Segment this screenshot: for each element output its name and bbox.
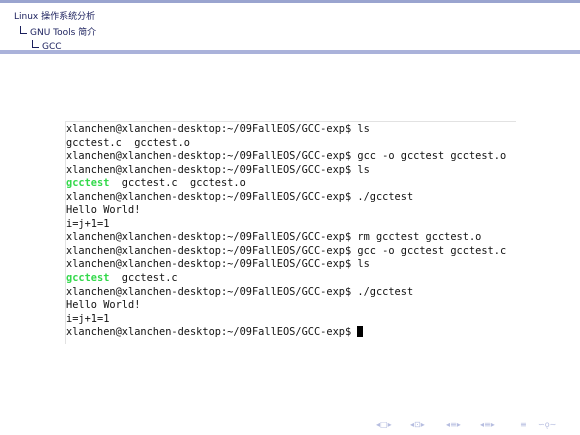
terminal-line: xlanchen@xlanchen-desktop:~/09FallEOS/GC… xyxy=(66,164,506,178)
terminal-line-text: i=j+1=1 xyxy=(66,312,110,325)
terminal-line-text: xlanchen@xlanchen-desktop:~/09FallEOS/GC… xyxy=(66,163,370,176)
executable-filename: gcctest xyxy=(66,177,110,190)
next-subsection-icon[interactable]: ◂≡▸ xyxy=(480,420,495,430)
terminal-line-text: gcctest.c gcctest.o xyxy=(66,136,190,149)
terminal-line: xlanchen@xlanchen-desktop:~/09FallEOS/GC… xyxy=(66,123,506,137)
executable-filename: gcctest xyxy=(66,272,110,285)
breadcrumb-subsection[interactable]: GNU Tools 简介 xyxy=(20,25,96,38)
beamer-navigation: ◂□▸ ◂⊡▸ ◂≡▸ ◂≡▸ ≡ ∽ǫ∼ xyxy=(376,420,576,430)
terminal-line: i=j+1=1 xyxy=(66,313,506,327)
terminal-line-text: xlanchen@xlanchen-desktop:~/09FallEOS/GC… xyxy=(66,123,370,135)
terminal-line-text: xlanchen@xlanchen-desktop:~/09FallEOS/GC… xyxy=(66,285,414,298)
terminal-line-text: xlanchen@xlanchen-desktop:~/09FallEOS/GC… xyxy=(66,326,358,339)
terminal-line-text: xlanchen@xlanchen-desktop:~/09FallEOS/GC… xyxy=(66,244,507,257)
search-icon[interactable]: ∽ǫ∼ xyxy=(538,420,556,430)
terminal-line: i=j+1=1 xyxy=(66,218,506,232)
terminal-line: Hello World! xyxy=(66,299,506,313)
tree-branch-icon xyxy=(20,26,27,34)
terminal-line-text: xlanchen@xlanchen-desktop:~/09FallEOS/GC… xyxy=(66,150,507,163)
terminal-line: xlanchen@xlanchen-desktop:~/09FallEOS/GC… xyxy=(66,286,506,300)
tree-branch-icon xyxy=(32,40,39,48)
file-list-text: gcctest.c xyxy=(109,272,178,285)
prev-subsection-icon[interactable]: ◂≡▸ xyxy=(446,420,461,430)
terminal-line: xlanchen@xlanchen-desktop:~/09FallEOS/GC… xyxy=(66,150,506,164)
file-list-text: gcctest.c gcctest.o xyxy=(109,177,246,190)
terminal-line: xlanchen@xlanchen-desktop:~/09FallEOS/GC… xyxy=(66,326,506,340)
slide-header: Linux 操作系统分析 GNU Tools 简介 GCC xyxy=(0,3,580,53)
breadcrumb-label: Linux 操作系统分析 xyxy=(14,12,96,22)
header-divider xyxy=(0,50,580,54)
terminal-line: gcctest.c gcctest.o xyxy=(66,137,506,151)
breadcrumb-label: GNU Tools 简介 xyxy=(30,28,97,38)
terminal-line-text: xlanchen@xlanchen-desktop:~/09FallEOS/GC… xyxy=(66,190,414,203)
terminal-line-text: xlanchen@xlanchen-desktop:~/09FallEOS/GC… xyxy=(66,258,370,271)
align-icon[interactable]: ≡ xyxy=(520,420,527,430)
terminal-line: xlanchen@xlanchen-desktop:~/09FallEOS/GC… xyxy=(66,191,506,205)
terminal-line-text: i=j+1=1 xyxy=(66,217,110,230)
terminal-line: xlanchen@xlanchen-desktop:~/09FallEOS/GC… xyxy=(66,258,506,272)
terminal-line: xlanchen@xlanchen-desktop:~/09FallEOS/GC… xyxy=(66,231,506,245)
terminal-screenshot: xlanchen@xlanchen-desktop:~/09FallEOS/GC… xyxy=(65,121,516,344)
terminal-line-text: xlanchen@xlanchen-desktop:~/09FallEOS/GC… xyxy=(66,231,482,244)
terminal-line-text: Hello World! xyxy=(66,299,141,312)
terminal-cursor xyxy=(357,326,364,338)
first-frame-icon[interactable]: ◂□▸ xyxy=(376,420,392,430)
terminal-output: xlanchen@xlanchen-desktop:~/09FallEOS/GC… xyxy=(66,123,506,340)
breadcrumb-section[interactable]: Linux 操作系统分析 xyxy=(14,9,95,22)
terminal-line-text: Hello World! xyxy=(66,204,141,217)
prev-frame-icon[interactable]: ◂⊡▸ xyxy=(410,420,425,430)
terminal-line: gcctest gcctest.c gcctest.o xyxy=(66,177,506,191)
terminal-line: gcctest gcctest.c xyxy=(66,272,506,286)
terminal-line: xlanchen@xlanchen-desktop:~/09FallEOS/GC… xyxy=(66,245,506,259)
terminal-line: Hello World! xyxy=(66,204,506,218)
